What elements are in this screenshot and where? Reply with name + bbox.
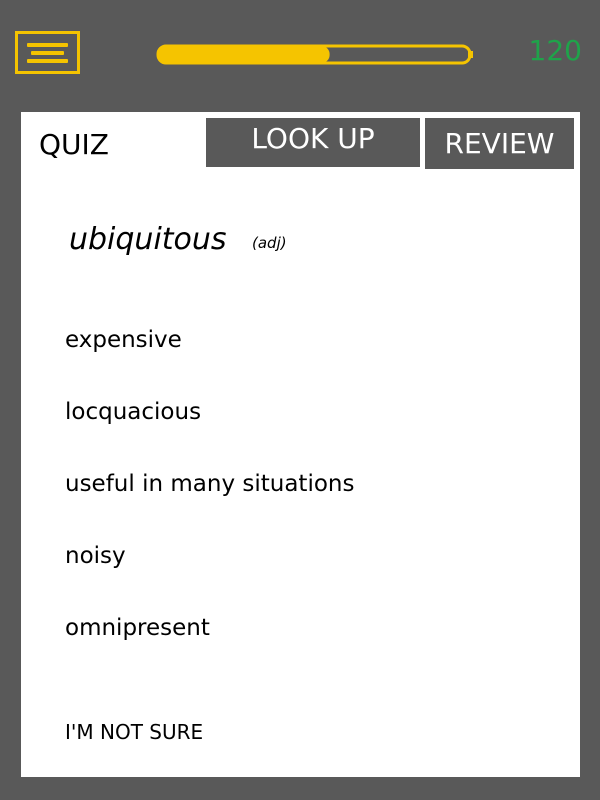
quiz-card: QUIZ LOOK UP REVIEW ubiquitous (adj) exp… [21, 112, 580, 777]
menu-bar-icon [31, 51, 64, 55]
tab-look-up[interactable]: LOOK UP [206, 118, 420, 167]
progress-bar [155, 43, 475, 66]
answer-option[interactable]: noisy [65, 540, 126, 572]
not-sure-button[interactable]: I'M NOT SURE [65, 718, 203, 746]
quiz-word: ubiquitous [69, 222, 227, 257]
tab-review[interactable]: REVIEW [425, 118, 574, 169]
answer-option[interactable]: expensive [65, 324, 182, 356]
progress-cap [468, 51, 473, 58]
menu-bar-icon [27, 59, 68, 63]
progress-fill [158, 46, 330, 63]
menu-bar-icon [27, 43, 68, 47]
answer-option[interactable]: useful in many situations [65, 468, 354, 500]
part-of-speech: (adj) [252, 234, 287, 252]
answer-option[interactable]: omnipresent [65, 612, 210, 644]
tab-quiz[interactable]: QUIZ [39, 127, 109, 163]
answer-option[interactable]: locquacious [65, 396, 201, 428]
menu-button[interactable] [15, 31, 80, 74]
score-counter: 120 [528, 34, 582, 67]
